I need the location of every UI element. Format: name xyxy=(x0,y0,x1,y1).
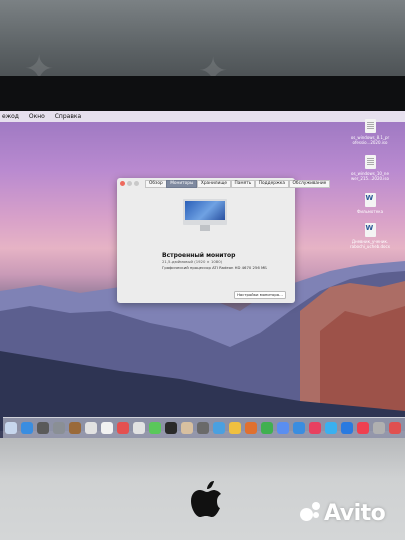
menu-item-go[interactable]: ежод xyxy=(2,113,19,120)
document-icon xyxy=(364,155,376,169)
dock-app-icon[interactable] xyxy=(213,422,225,434)
dock-app-icon[interactable] xyxy=(341,422,353,434)
dock-app-icon[interactable] xyxy=(21,422,33,434)
minimize-window-button[interactable] xyxy=(127,181,132,186)
desktop-icon-file[interactable]: os_windows_10_ne wer_215...2020.iso xyxy=(350,155,390,181)
monitor-resolution: 21,5-дюймовый (1920 × 1080) xyxy=(162,259,223,264)
dock-app-icon[interactable] xyxy=(245,422,257,434)
about-this-mac-window: Обзор Мониторы Хранилище Память Поддержк… xyxy=(117,178,331,303)
dock-app-icon[interactable] xyxy=(149,422,161,434)
tab-support[interactable]: Поддержка xyxy=(254,180,290,188)
dock xyxy=(3,417,405,438)
dock-app-icon[interactable] xyxy=(181,422,193,434)
dock-app-icon[interactable] xyxy=(261,422,273,434)
desktop-icon-label: os_windows_10_ne wer_215...2020.iso xyxy=(351,171,389,181)
dock-app-icon[interactable] xyxy=(309,422,321,434)
monitor-gpu: Графический процессор ATI Radeon HD 4670… xyxy=(162,265,267,270)
avito-watermark: Avito xyxy=(300,501,386,526)
close-window-button[interactable] xyxy=(120,181,125,186)
tab-memory[interactable]: Память xyxy=(230,180,256,188)
wall-background: ✦ ✦ xyxy=(0,0,405,90)
dock-app-icon[interactable] xyxy=(117,422,129,434)
dock-app-icon[interactable] xyxy=(5,422,17,434)
word-document-icon xyxy=(364,223,376,237)
zoom-window-button[interactable] xyxy=(134,181,139,186)
dock-app-icon[interactable] xyxy=(37,422,49,434)
avito-watermark-text: Avito xyxy=(324,501,386,526)
desktop-icon-file[interactable]: Дневник_ученик. rabochi_ucheb.docx xyxy=(350,223,390,249)
imac-screen: ежод Окно Справка os_windows_8.1_pr ofes… xyxy=(0,111,405,438)
desktop-icon-file[interactable]: os_windows_8.1_pr ofessio...2020.iso xyxy=(350,119,390,145)
dock-app-icon[interactable] xyxy=(277,422,289,434)
desktop-icon-label: Фильмотека xyxy=(356,209,384,214)
dock-app-icon[interactable] xyxy=(165,422,177,434)
imac-display-icon xyxy=(183,199,227,231)
menu-item-help[interactable]: Справка xyxy=(55,113,81,120)
monitor-name: Встроенный монитор xyxy=(162,252,236,259)
window-titlebar: Обзор Мониторы Хранилище Память Поддержк… xyxy=(117,178,331,189)
dock-app-icon[interactable] xyxy=(293,422,305,434)
dock-app-icon[interactable] xyxy=(85,422,97,434)
dock-app-icon[interactable] xyxy=(325,422,337,434)
dock-app-icon[interactable] xyxy=(389,422,401,434)
window-tab-bar: Обзор Мониторы Хранилище Память Поддержк… xyxy=(145,180,331,188)
dock-app-icon[interactable] xyxy=(69,422,81,434)
display-preferences-button[interactable]: Настройки монитора… xyxy=(234,291,286,299)
desktop-icon-label: Дневник_ученик. rabochi_ucheb.docx xyxy=(350,239,391,249)
menu-bar: ежод Окно Справка xyxy=(0,111,405,122)
dock-app-icon[interactable] xyxy=(229,422,241,434)
menu-item-window[interactable]: Окно xyxy=(29,113,45,120)
dock-app-icon[interactable] xyxy=(133,422,145,434)
tab-overview[interactable]: Обзор xyxy=(145,180,167,188)
avito-dots-icon xyxy=(300,502,322,524)
apple-logo-icon xyxy=(191,481,221,517)
tab-service[interactable]: Обслуживание xyxy=(288,180,331,188)
desktop-icon-file[interactable]: Фильмотека xyxy=(350,193,390,214)
dock-app-icon[interactable] xyxy=(101,422,113,434)
dock-app-icon[interactable] xyxy=(373,422,385,434)
word-document-icon xyxy=(364,193,376,207)
document-icon xyxy=(364,119,376,133)
desktop-icon-label: os_windows_8.1_pr ofessio...2020.iso xyxy=(350,135,390,145)
dock-app-icon[interactable] xyxy=(357,422,369,434)
tab-displays[interactable]: Мониторы xyxy=(166,180,198,188)
dock-app-icon[interactable] xyxy=(53,422,65,434)
tab-storage[interactable]: Хранилище xyxy=(196,180,232,188)
dock-app-icon[interactable] xyxy=(197,422,209,434)
